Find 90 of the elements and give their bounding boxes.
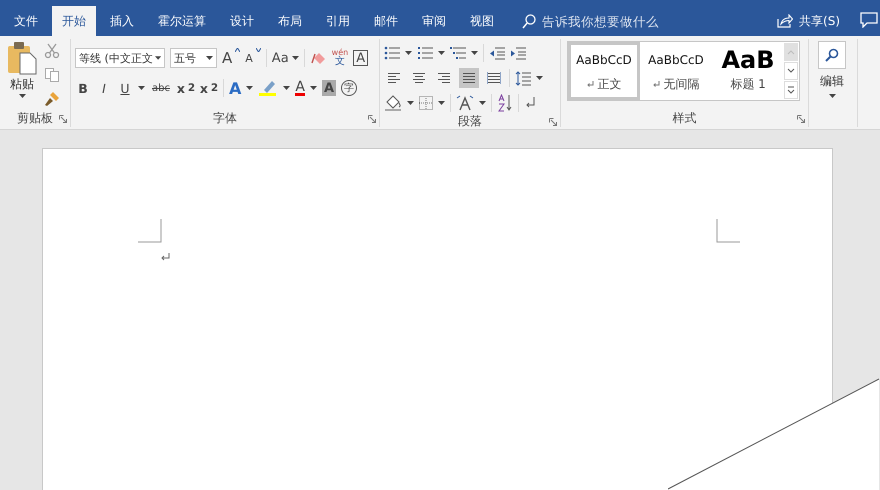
align-right-icon xyxy=(437,72,451,84)
decrease-indent-icon[interactable] xyxy=(489,46,505,60)
strike-button[interactable]: abc xyxy=(150,78,172,98)
more-styles-icon[interactable] xyxy=(784,81,798,99)
ribbon-tab[interactable]: 插入 xyxy=(100,6,144,36)
caret-icon xyxy=(407,101,414,105)
caret-icon xyxy=(536,76,543,80)
borders-icon[interactable] xyxy=(419,96,433,110)
ribbon-tab[interactable]: 布局 xyxy=(268,6,312,36)
underline-button[interactable]: U xyxy=(117,78,133,98)
caret-icon xyxy=(246,86,254,90)
crop-mark-icon xyxy=(138,219,162,243)
search-icon xyxy=(522,14,536,28)
ribbon-tab[interactable]: 开始 xyxy=(52,6,96,36)
group-label: 段落 xyxy=(458,113,482,130)
tell-me-field[interactable]: 告诉我你想要做什么 xyxy=(542,14,692,28)
font-color-button[interactable]: A xyxy=(295,80,305,96)
font-name-dropdown[interactable]: 等线 (中文正文 xyxy=(75,48,165,68)
paragraph-mark-icon xyxy=(161,253,170,261)
ribbon-tab[interactable]: 审阅 xyxy=(412,6,456,36)
highlighter-icon[interactable] xyxy=(258,79,278,97)
caret-icon xyxy=(138,86,145,90)
asian-layout-icon[interactable] xyxy=(456,95,474,111)
font-size-dropdown[interactable]: 五号 xyxy=(170,48,217,68)
increase-indent-icon[interactable] xyxy=(510,46,526,60)
caret-icon xyxy=(292,56,299,60)
align-distributed-icon xyxy=(487,72,501,84)
shrink-font-button[interactable]: A xyxy=(245,48,261,68)
caret-icon xyxy=(479,101,486,105)
scissors-icon[interactable] xyxy=(44,43,60,59)
character-shading-button[interactable]: A xyxy=(322,80,336,96)
align-left-icon xyxy=(387,72,401,84)
group-label: 字体 xyxy=(213,110,237,127)
dialog-launcher-icon[interactable] xyxy=(59,115,67,123)
justify-button[interactable] xyxy=(459,68,479,88)
caret-icon xyxy=(283,86,290,90)
editing-button[interactable]: 编辑 xyxy=(813,39,851,98)
caret-icon xyxy=(206,56,213,60)
paragraph-mark-icon[interactable] xyxy=(524,96,536,110)
up-caret-icon xyxy=(235,48,240,52)
text-effect-button[interactable]: A xyxy=(229,78,242,98)
change-case-button[interactable]: Aa xyxy=(272,48,299,68)
caret-icon xyxy=(154,56,161,60)
group-label: 剪贴板 xyxy=(17,110,53,127)
ribbon-tab[interactable]: 邮件 xyxy=(364,6,408,36)
caret-icon xyxy=(18,94,26,98)
share-icon xyxy=(777,14,794,28)
return-mark-icon xyxy=(652,81,660,88)
clipboard-icon xyxy=(7,41,37,75)
style-item[interactable]: AaBbCcD 无间隔 xyxy=(640,42,712,100)
caret-icon xyxy=(471,51,478,55)
italic-button[interactable]: I xyxy=(96,78,112,98)
phonetic-guide-button[interactable]: wén 文 xyxy=(332,48,348,68)
scroll-down-icon[interactable] xyxy=(784,62,798,80)
grow-font-button[interactable]: A xyxy=(222,48,240,68)
ribbon-tab[interactable]: 文件 xyxy=(4,6,48,36)
ribbon-tab[interactable]: 引用 xyxy=(316,6,360,36)
format-painter-icon[interactable] xyxy=(44,91,60,107)
caret-icon xyxy=(438,101,445,105)
line-spacing-icon[interactable] xyxy=(515,70,531,86)
align-center-icon xyxy=(412,72,426,84)
dialog-launcher-icon[interactable] xyxy=(549,118,557,126)
bullet-list-icon[interactable] xyxy=(384,46,400,60)
return-mark-icon xyxy=(586,81,594,88)
caret-icon xyxy=(438,51,445,55)
paste-button[interactable]: 粘贴 xyxy=(6,41,38,105)
style-item[interactable]: AaB 标题 1 xyxy=(712,42,784,100)
search-icon xyxy=(825,48,839,62)
crop-mark-icon xyxy=(716,219,740,243)
sort-icon[interactable] xyxy=(497,94,513,112)
caret-icon xyxy=(310,86,317,90)
ribbon-tab[interactable]: 视图 xyxy=(460,6,504,36)
dialog-launcher-icon[interactable] xyxy=(368,115,376,123)
group-label: 样式 xyxy=(672,110,696,127)
bold-button[interactable]: B xyxy=(75,78,91,98)
multilevel-list-icon[interactable] xyxy=(450,46,466,60)
ribbon-tab[interactable]: 霍尔运算 xyxy=(148,6,216,36)
dialog-launcher-icon[interactable] xyxy=(797,115,805,123)
comment-icon[interactable] xyxy=(860,12,878,28)
enclose-character-button[interactable]: 字 xyxy=(341,80,358,96)
caret-icon xyxy=(405,51,412,55)
ribbon-tab[interactable]: 设计 xyxy=(220,6,264,36)
align-justify-icon xyxy=(462,72,476,84)
caret-icon xyxy=(828,94,836,98)
paint-bucket-icon[interactable] xyxy=(384,95,402,111)
down-caret-icon xyxy=(256,48,261,52)
character-border-button[interactable]: A xyxy=(353,50,368,66)
share-button[interactable]: 共享(S) xyxy=(777,6,840,36)
numbered-list-icon[interactable] xyxy=(417,46,433,60)
style-item[interactable]: AaBbCcD 正文 xyxy=(568,42,640,100)
